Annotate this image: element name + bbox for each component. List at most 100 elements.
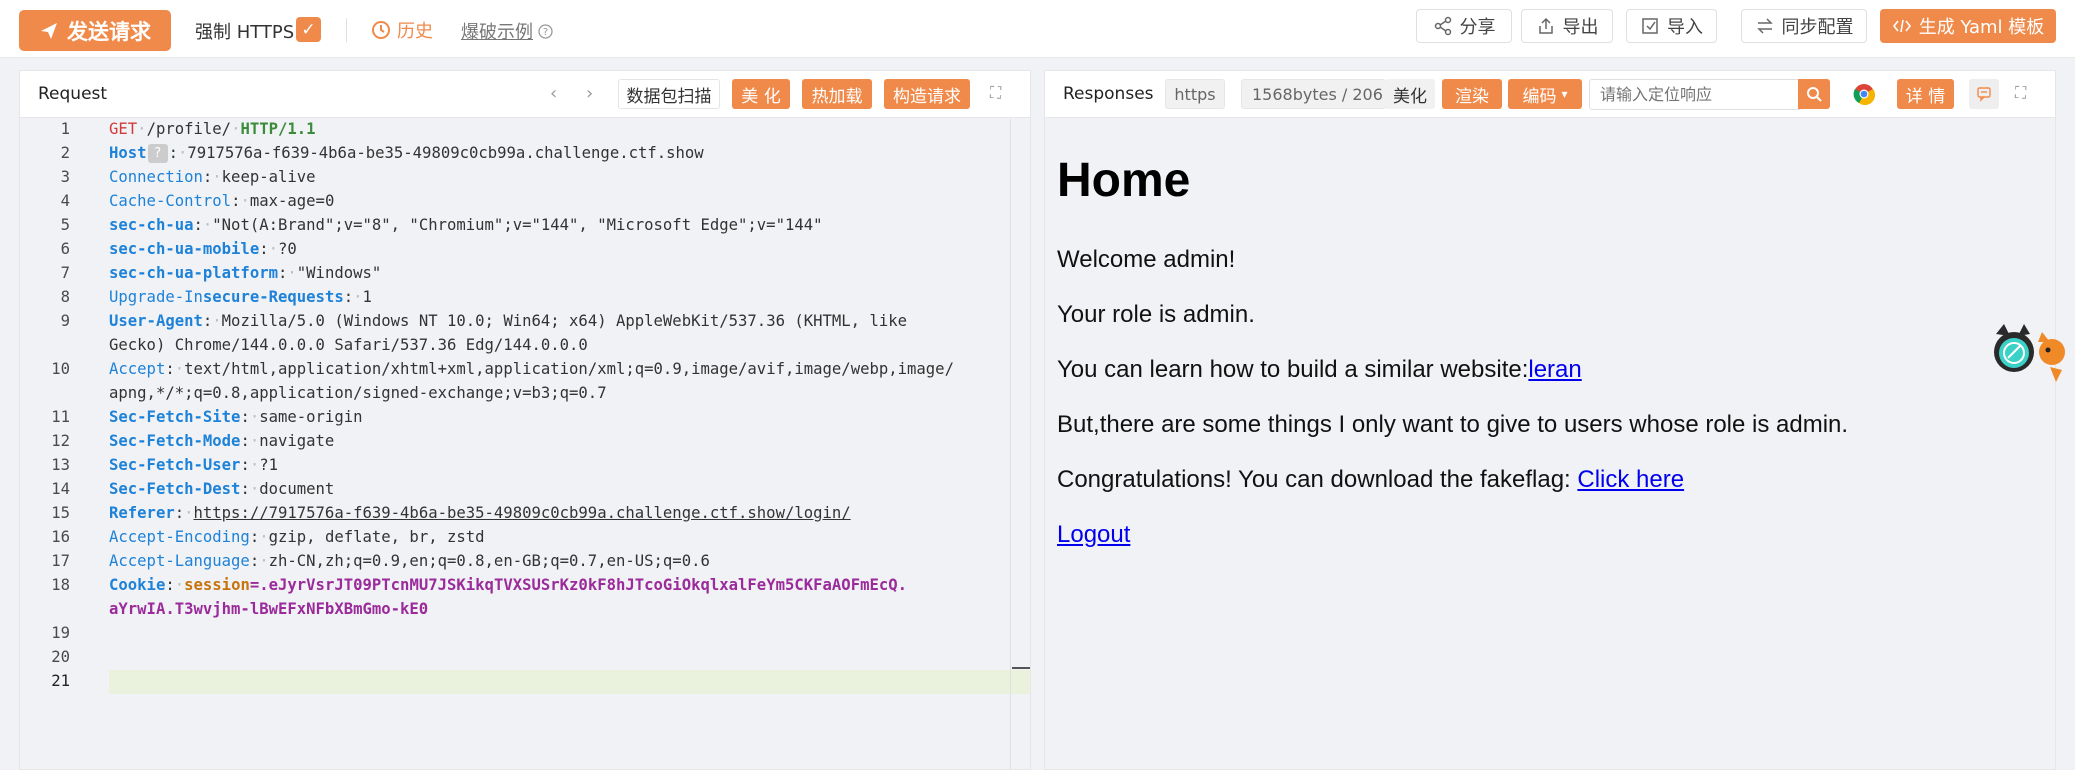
welcome-text: Welcome admin! bbox=[1057, 246, 1236, 273]
referer-link[interactable]: https://7917576a-f639-4b6a-be35-49809c0c… bbox=[194, 504, 851, 522]
send-request-label: 发送请求 bbox=[67, 19, 151, 44]
history-button[interactable]: 历史 bbox=[371, 17, 433, 43]
send-icon bbox=[41, 22, 57, 39]
chrome-icon[interactable] bbox=[1853, 83, 1875, 105]
help-icon: ? bbox=[538, 23, 553, 39]
line-number: 18 bbox=[51, 576, 70, 594]
share-icon bbox=[1434, 16, 1451, 36]
render-button[interactable]: 渲染 bbox=[1442, 79, 1502, 109]
code-line: Sec-Fetch-User:·?1 bbox=[109, 456, 278, 474]
line-number: 11 bbox=[51, 408, 70, 426]
code-line: Sec-Fetch-Mode:·navigate bbox=[109, 432, 335, 450]
mascot-icon[interactable] bbox=[1990, 322, 2075, 394]
example-label: 爆破示例 bbox=[461, 22, 533, 43]
share-label: 分享 bbox=[1459, 17, 1496, 38]
history-label: 历史 bbox=[397, 21, 433, 42]
request-beautify-button[interactable]: 美 化 bbox=[732, 79, 790, 109]
line-number: 14 bbox=[51, 480, 70, 498]
sync-icon bbox=[1756, 18, 1773, 34]
logout-paragraph: Logout bbox=[1057, 521, 1130, 549]
request-panel-header: Request ‹ › 数据包扫描 美 化 热加载 构造请求 ⛶ bbox=[20, 71, 1030, 118]
line-number: 16 bbox=[51, 528, 70, 546]
line-number: 8 bbox=[60, 288, 70, 306]
line-number: 19 bbox=[51, 624, 70, 642]
send-request-button[interactable]: 发送请求 bbox=[19, 10, 171, 51]
chevron-left-icon[interactable]: ‹ bbox=[550, 83, 557, 104]
code-line: Accept-Language:·zh-CN,zh;q=0.9,en;q=0.8… bbox=[109, 552, 710, 570]
response-title: Responses bbox=[1063, 84, 1154, 104]
force-https-checkbox[interactable]: ✓ bbox=[296, 17, 321, 42]
code-line: Upgrade-Insecure-Requests:·1 bbox=[109, 288, 372, 306]
import-label: 导入 bbox=[1667, 17, 1703, 38]
line-number: 3 bbox=[60, 168, 70, 186]
search-icon bbox=[1807, 87, 1822, 102]
line-number: 9 bbox=[60, 312, 70, 330]
line-number: 15 bbox=[51, 504, 70, 522]
request-title: Request bbox=[38, 84, 108, 104]
request-editor[interactable]: 1 GET·/profile/·HTTP/1.1 2 Host?:·791757… bbox=[20, 118, 1030, 768]
response-size: 1568bytes / 206 bbox=[1241, 79, 1386, 109]
import-icon bbox=[1642, 18, 1658, 34]
force-https-label: 强制 HTTPS bbox=[195, 22, 295, 43]
comment-button[interactable] bbox=[1969, 79, 1999, 109]
locate-response-search bbox=[1589, 79, 1802, 110]
response-panel: Responses https 1568bytes / 206 美化 渲染 编码… bbox=[1044, 70, 2056, 770]
export-icon bbox=[1538, 17, 1553, 34]
chevron-down-icon: ▾ bbox=[1561, 87, 1568, 101]
generate-yaml-button[interactable]: 生成 Yaml 模板 bbox=[1880, 9, 2056, 43]
import-button[interactable]: 导入 bbox=[1626, 9, 1717, 43]
code-line: Cache-Control:·max-age=0 bbox=[109, 192, 335, 210]
line-number: 7 bbox=[60, 264, 70, 282]
code-line: sec-ch-ua:·"Not(A:Brand";v="8", "Chromiu… bbox=[109, 216, 823, 234]
page-heading: Home bbox=[1057, 154, 1191, 207]
minimap-cursor bbox=[1012, 667, 1030, 669]
code-line: sec-ch-ua-platform:·"Windows" bbox=[109, 264, 382, 282]
logout-link[interactable]: Logout bbox=[1057, 521, 1130, 548]
expand-icon[interactable]: ⛶ bbox=[990, 83, 1001, 103]
line-number: 10 bbox=[51, 360, 70, 378]
line-number: 17 bbox=[51, 552, 70, 570]
code-line: Connection:·keep-alive bbox=[109, 168, 316, 186]
packet-scan-button[interactable]: 数据包扫描 bbox=[618, 79, 720, 109]
response-beautify-button[interactable]: 美化 bbox=[1385, 79, 1435, 109]
chevron-right-icon[interactable]: › bbox=[586, 83, 593, 104]
code-line: User-Agent:·Mozilla/5.0 (Windows NT 10.0… bbox=[109, 312, 908, 330]
line-number: 5 bbox=[60, 216, 70, 234]
code-line: Cookie:·session=.eJyrVsrJT09PTcnMU7JSKik… bbox=[109, 576, 908, 594]
code-line-wrap: apng,*/*;q=0.8,application/signed-exchan… bbox=[109, 384, 607, 402]
click-here-link[interactable]: Click here bbox=[1577, 466, 1684, 493]
code-line: Accept:·text/html,application/xhtml+xml,… bbox=[109, 360, 954, 378]
admin-only-text: But,there are some things I only want to… bbox=[1057, 411, 1849, 438]
encoding-dropdown[interactable]: 编码 ▾ bbox=[1508, 79, 1582, 109]
leran-link[interactable]: leran bbox=[1528, 356, 1581, 383]
export-button[interactable]: 导出 bbox=[1521, 9, 1613, 43]
sync-config-button[interactable]: 同步配置 bbox=[1741, 9, 1867, 43]
help-icon: ? bbox=[147, 144, 168, 163]
code-line: Sec-Fetch-Dest:·document bbox=[109, 480, 335, 498]
role-text: Your role is admin. bbox=[1057, 301, 1255, 328]
code-line: Host?:·7917576a-f639-4b6a-be35-49809c0cb… bbox=[109, 144, 704, 163]
code-line: Referer:·https://7917576a-f639-4b6a-be35… bbox=[109, 504, 851, 522]
protocol-badge: https bbox=[1165, 79, 1225, 109]
search-button[interactable] bbox=[1798, 79, 1830, 109]
request-panel: Request ‹ › 数据包扫描 美 化 热加载 构造请求 ⛶ 1 GET·/… bbox=[19, 70, 1031, 770]
expand-icon[interactable]: ⛶ bbox=[2015, 83, 2026, 103]
code-line-wrap: Gecko) Chrome/144.0.0.0 Safari/537.36 Ed… bbox=[109, 336, 588, 354]
line-number: 21 bbox=[51, 672, 70, 690]
download-text: Congratulations! You can download the fa… bbox=[1057, 466, 1685, 493]
code-line: sec-ch-ua-mobile:·?0 bbox=[109, 240, 297, 258]
encoding-label: 编码 bbox=[1522, 86, 1557, 107]
share-button[interactable]: 分享 bbox=[1416, 9, 1512, 43]
code-icon bbox=[1892, 19, 1911, 33]
check-icon: ✓ bbox=[301, 19, 316, 40]
detail-button[interactable]: 详 情 bbox=[1897, 79, 1954, 109]
editor-scrollbar[interactable] bbox=[1010, 119, 1011, 769]
code-line: GET·/profile/·HTTP/1.1 bbox=[109, 120, 316, 138]
export-label: 导出 bbox=[1562, 17, 1599, 38]
example-link[interactable]: 爆破示例 ? bbox=[461, 18, 553, 44]
line-number: 2 bbox=[60, 144, 70, 162]
hotload-button[interactable]: 热加载 bbox=[802, 79, 872, 109]
locate-response-input[interactable] bbox=[1590, 80, 1802, 109]
build-request-button[interactable]: 构造请求 bbox=[884, 79, 970, 109]
rendered-response: Home Welcome admin! Your role is admin. … bbox=[1045, 118, 2055, 769]
